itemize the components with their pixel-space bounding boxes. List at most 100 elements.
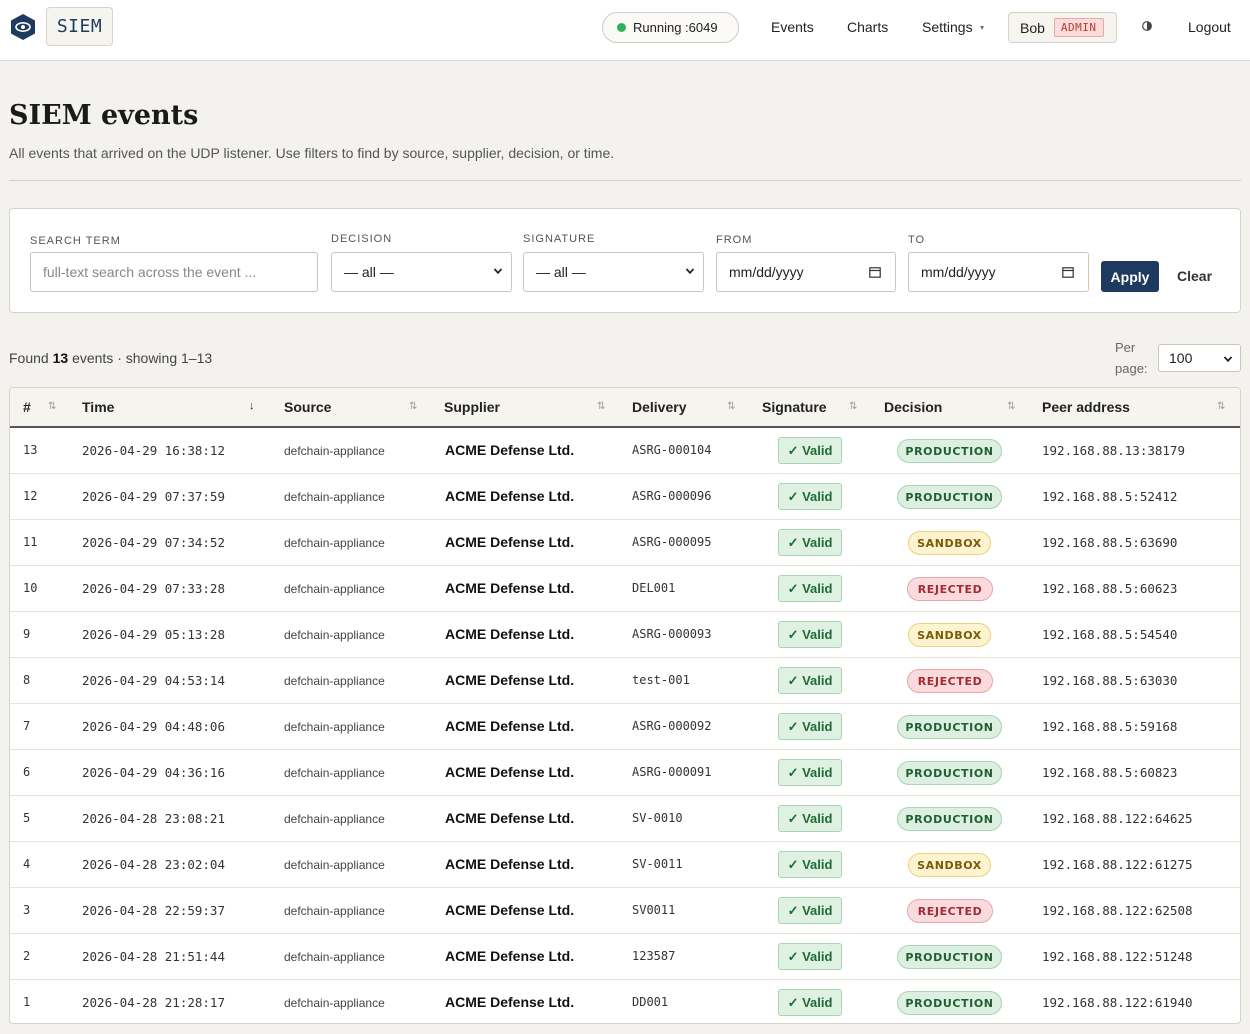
event-source: defchain-appliance [284,490,385,504]
events-table: # ⇅ Time ↓ Source ⇅ Supplier ⇅ Delivery … [9,387,1241,1024]
per-page-select[interactable]: 100 [1158,344,1241,372]
sort-desc-icon[interactable]: ↓ [249,400,255,412]
sort-icon[interactable]: ⇅ [597,401,605,412]
event-time: 2026-04-29 07:34:52 [82,535,225,550]
event-delivery: ASRG-000093 [632,627,712,641]
column-header-decision[interactable]: Decision [884,399,942,415]
event-peer-address: 192.168.88.5:63030 [1042,673,1178,688]
event-delivery: SV0011 [632,903,676,917]
event-time: 2026-04-28 21:28:17 [82,995,225,1010]
table-row[interactable]: 9 2026-04-29 05:13:28 defchain-appliance AC… [10,612,1240,658]
column-header-number[interactable]: # [23,399,31,415]
event-delivery: ASRG-000092 [632,719,712,733]
event-supplier: ACME Defense Ltd. [445,672,575,688]
event-supplier: ACME Defense Ltd. [445,626,575,642]
signature-badge: ✓ Valid [778,713,842,740]
logout-link[interactable]: Logout [1188,19,1231,35]
signature-badge: ✓ Valid [778,805,842,832]
search-input[interactable]: full-text search across the event ... [30,252,318,292]
to-date-value: mm/dd/yyyy [921,264,996,280]
table-row[interactable]: 13 2026-04-29 16:38:12 defchain-appliance A… [10,428,1240,474]
brand-logo[interactable]: SIEM [46,7,113,46]
event-peer-address: 192.168.88.13:38179 [1042,443,1185,458]
listener-status: Running :6049 [602,12,739,43]
results-count: 13 [52,350,69,366]
role-badge: ADMIN [1053,18,1104,37]
eye-logo-icon[interactable] [11,14,35,40]
event-time: 2026-04-29 04:48:06 [82,719,225,734]
signature-badge: ✓ Valid [778,437,842,464]
user-menu[interactable]: Bob ADMIN [1008,12,1117,43]
event-number: 2 [23,949,31,963]
event-delivery: ASRG-000096 [632,489,712,503]
event-number: 4 [23,857,31,871]
table-row[interactable]: 10 2026-04-29 07:33:28 defchain-appliance A… [10,566,1240,612]
signature-badge: ✓ Valid [778,575,842,602]
signature-badge: ✓ Valid [778,897,842,924]
event-source: defchain-appliance [284,996,385,1010]
nav-settings[interactable]: Settings ▼ [922,19,986,35]
event-peer-address: 192.168.88.122:61940 [1042,995,1193,1010]
column-header-delivery[interactable]: Delivery [632,399,686,415]
signature-badge: ✓ Valid [778,943,842,970]
event-delivery: DEL001 [632,581,676,595]
decision-badge: REJECTED [907,899,993,923]
apply-button[interactable]: Apply [1101,261,1159,292]
event-source: defchain-appliance [284,858,385,872]
theme-toggle-icon[interactable] [1141,20,1153,32]
clear-button[interactable]: Clear [1177,268,1212,284]
table-row[interactable]: 3 2026-04-28 22:59:37 defchain-appliance AC… [10,888,1240,934]
sort-icon[interactable]: ⇅ [727,401,735,412]
sort-icon[interactable]: ⇅ [48,401,56,412]
to-date-input[interactable]: mm/dd/yyyy [908,252,1089,292]
column-header-source[interactable]: Source [284,399,331,415]
sort-icon[interactable]: ⇅ [409,401,417,412]
decision-badge: PRODUCTION [897,485,1002,509]
sort-icon[interactable]: ⇅ [1217,401,1225,412]
column-header-peer-address[interactable]: Peer address [1042,399,1130,415]
event-number: 9 [23,627,31,641]
event-source: defchain-appliance [284,950,385,964]
event-supplier: ACME Defense Ltd. [445,534,575,550]
event-number: 11 [23,535,38,549]
column-header-time[interactable]: Time [82,399,114,415]
header-divider [9,180,1241,181]
calendar-icon[interactable] [869,266,881,278]
event-source: defchain-appliance [284,444,385,458]
signature-select[interactable]: — all — [523,252,704,292]
column-header-supplier[interactable]: Supplier [444,399,500,415]
table-row[interactable]: 7 2026-04-29 04:48:06 defchain-appliance AC… [10,704,1240,750]
decision-select[interactable]: — all — [331,252,512,292]
page-subtitle: All events that arrived on the UDP liste… [9,145,615,161]
table-row[interactable]: 11 2026-04-29 07:34:52 defchain-appliance A… [10,520,1240,566]
table-row[interactable]: 12 2026-04-29 07:37:59 defchain-appliance A… [10,474,1240,520]
event-number: 12 [23,489,38,503]
event-supplier: ACME Defense Ltd. [445,902,575,918]
event-number: 10 [23,581,38,595]
nav-events[interactable]: Events [771,19,814,35]
nav-settings-label: Settings [922,19,973,35]
table-row[interactable]: 8 2026-04-29 04:53:14 defchain-appliance AC… [10,658,1240,704]
table-row[interactable]: 2 2026-04-28 21:51:44 defchain-appliance AC… [10,934,1240,980]
event-delivery: ASRG-000104 [632,443,712,457]
event-delivery: ASRG-000095 [632,535,712,549]
sort-icon[interactable]: ⇅ [1007,401,1015,412]
event-number: 1 [23,995,31,1009]
event-supplier: ACME Defense Ltd. [445,810,575,826]
from-date-input[interactable]: mm/dd/yyyy [716,252,896,292]
event-peer-address: 192.168.88.122:61275 [1042,857,1193,872]
table-row[interactable]: 4 2026-04-28 23:02:04 defchain-appliance AC… [10,842,1240,888]
event-peer-address: 192.168.88.5:59168 [1042,719,1178,734]
calendar-icon[interactable] [1062,266,1074,278]
page-title: SIEM events [9,100,199,131]
sort-icon[interactable]: ⇅ [849,401,857,412]
table-row[interactable]: 1 2026-04-28 21:28:17 defchain-appliance AC… [10,980,1240,1023]
column-header-signature[interactable]: Signature [762,399,827,415]
nav-charts[interactable]: Charts [847,19,888,35]
decision-badge: PRODUCTION [897,807,1002,831]
signature-badge: ✓ Valid [778,529,842,556]
table-row[interactable]: 5 2026-04-28 23:08:21 defchain-appliance AC… [10,796,1240,842]
decision-badge: PRODUCTION [897,439,1002,463]
table-row[interactable]: 6 2026-04-29 04:36:16 defchain-appliance AC… [10,750,1240,796]
table-header: # ⇅ Time ↓ Source ⇅ Supplier ⇅ Delivery … [10,388,1240,428]
